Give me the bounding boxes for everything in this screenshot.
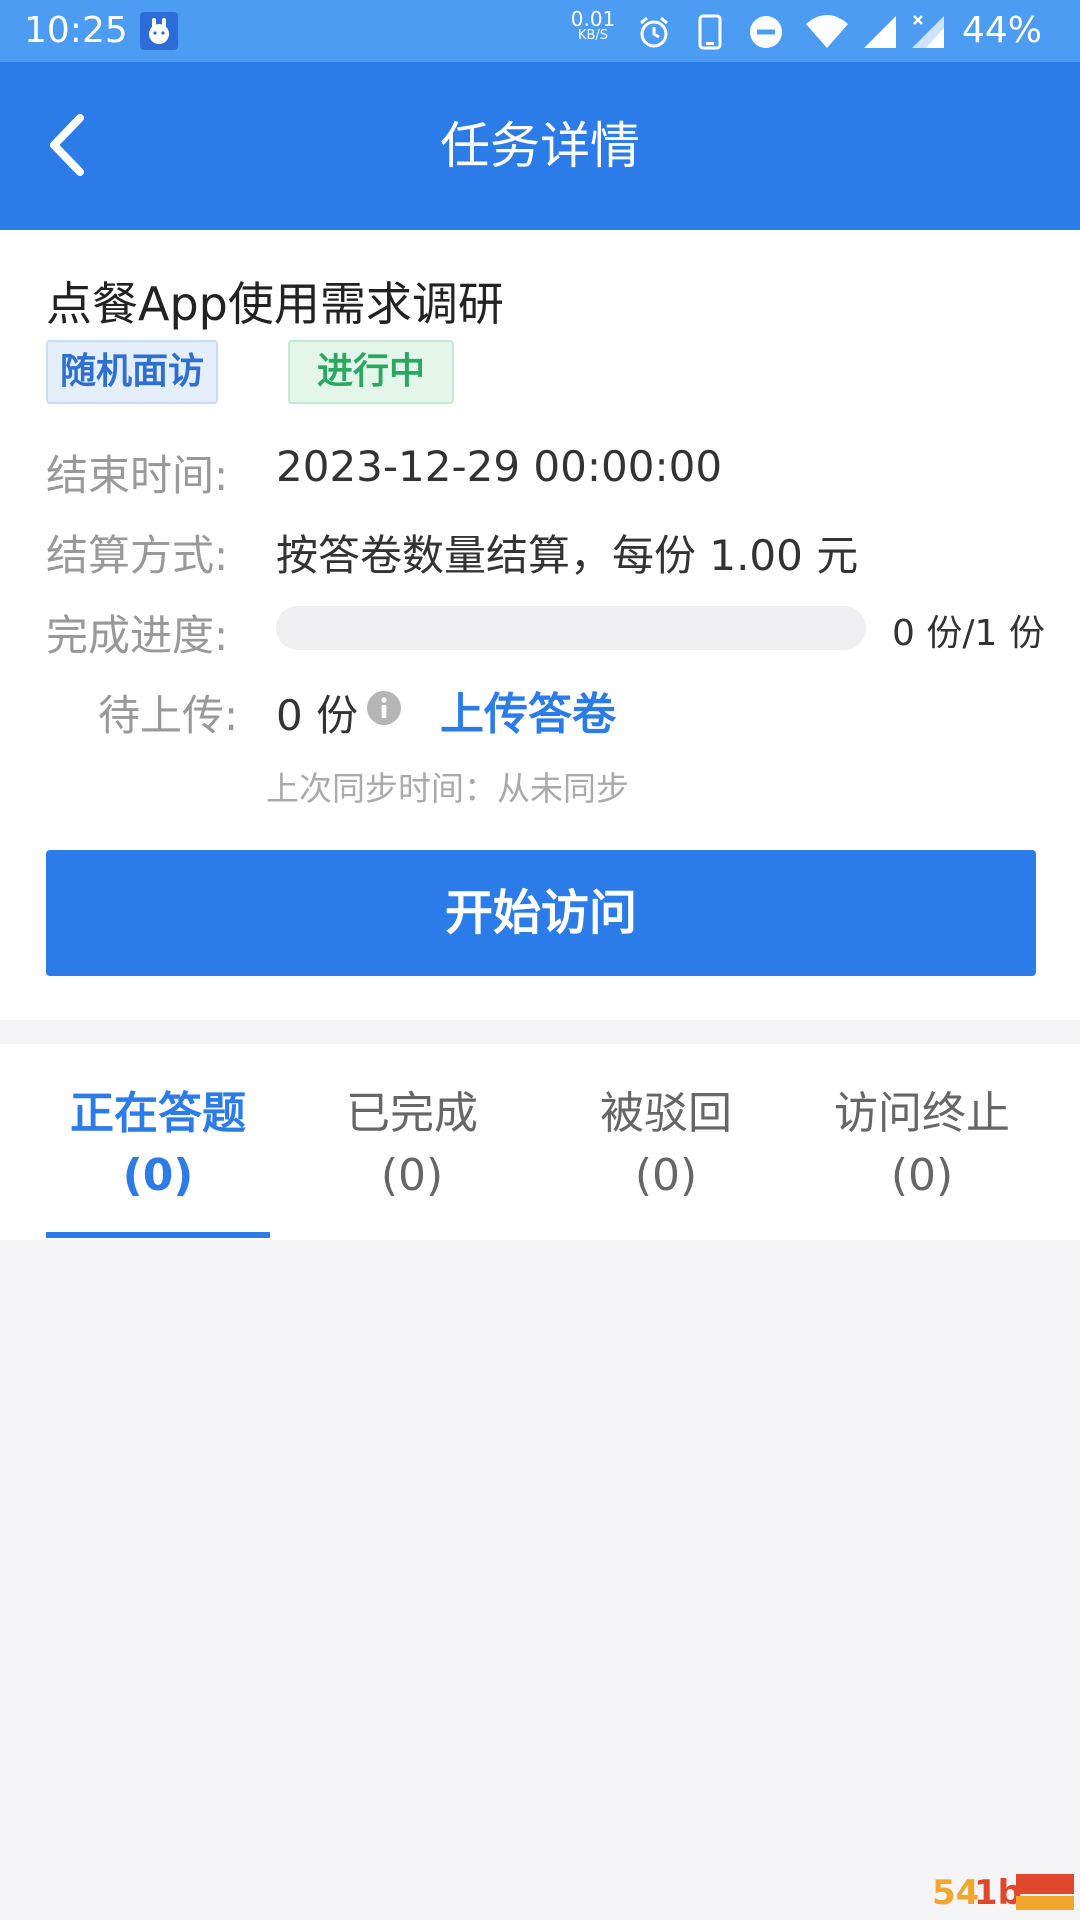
tab-count: (0) xyxy=(380,1150,444,1201)
tab-rejected[interactable]: 被驳回 (0) xyxy=(538,1044,794,1240)
settlement-value: 按答卷数量结算，每份 1.00 元 xyxy=(276,531,859,580)
tab-label: 访问终止 xyxy=(834,1088,1010,1139)
status-bar: 10:25 0.01 KB/S 44% xyxy=(0,0,1080,62)
alarm-icon xyxy=(640,16,668,48)
active-tab-indicator xyxy=(46,1232,270,1238)
tab-label: 已完成 xyxy=(346,1088,478,1139)
svg-text:1b: 1b xyxy=(974,1873,1022,1913)
task-type-tag: 随机面访 xyxy=(46,340,218,404)
pending-upload-value: 0 份 xyxy=(276,691,359,740)
progress-label: 完成进度: xyxy=(46,611,229,660)
do-not-disturb-icon xyxy=(750,16,782,48)
wifi-icon xyxy=(806,15,848,48)
page-title: 任务详情 xyxy=(440,117,640,175)
status-time: 10:25 xyxy=(24,10,128,51)
status-tabs: 正在答题 (0) 已完成 (0) 被驳回 (0) 访问终止 (0) xyxy=(0,1044,1080,1240)
settlement-label: 结算方式: xyxy=(46,531,229,580)
tab-label: 被驳回 xyxy=(600,1088,732,1139)
phone-icon xyxy=(698,14,722,50)
info-icon[interactable] xyxy=(366,690,402,726)
task-title: 点餐App使用需求调研 xyxy=(46,277,504,331)
task-detail-card: 点餐App使用需求调研 随机面访 进行中 结束时间: 2023-12-29 00… xyxy=(0,230,1080,1020)
end-time-label: 结束时间: xyxy=(46,451,229,500)
start-visit-button[interactable]: 开始访问 xyxy=(46,850,1036,976)
progress-bar xyxy=(276,606,866,650)
tab-label: 正在答题 xyxy=(70,1088,246,1139)
pending-upload-label: 待上传: xyxy=(98,691,239,740)
signal-icon xyxy=(864,16,896,48)
tab-completed[interactable]: 已完成 (0) xyxy=(284,1044,540,1240)
tab-answering[interactable]: 正在答题 (0) xyxy=(30,1044,286,1240)
end-time-value: 2023-12-29 00:00:00 xyxy=(276,442,723,491)
net-speed: 0.01 KB/S xyxy=(568,9,618,44)
svg-text:54: 54 xyxy=(932,1873,979,1913)
battery-percentage: 44% xyxy=(962,10,1043,51)
tab-terminated[interactable]: 访问终止 (0) xyxy=(794,1044,1050,1240)
progress-text: 0 份/1 份 xyxy=(892,613,1045,654)
last-sync-time: 上次同步时间：从未同步 xyxy=(266,769,629,808)
upload-answers-link[interactable]: 上传答卷 xyxy=(440,678,616,742)
tab-count: (0) xyxy=(634,1150,698,1201)
app-header: 任务详情 xyxy=(0,62,1080,230)
signal-no-data-icon xyxy=(912,15,944,48)
site-watermark-logo: 54 1b xyxy=(932,1873,1074,1913)
tab-count: (0) xyxy=(122,1150,194,1201)
tab-count: (0) xyxy=(890,1150,954,1201)
tab-content-empty xyxy=(0,1240,1080,1920)
app-notification-icon xyxy=(140,12,178,50)
task-status-badge: 进行中 xyxy=(288,340,454,404)
